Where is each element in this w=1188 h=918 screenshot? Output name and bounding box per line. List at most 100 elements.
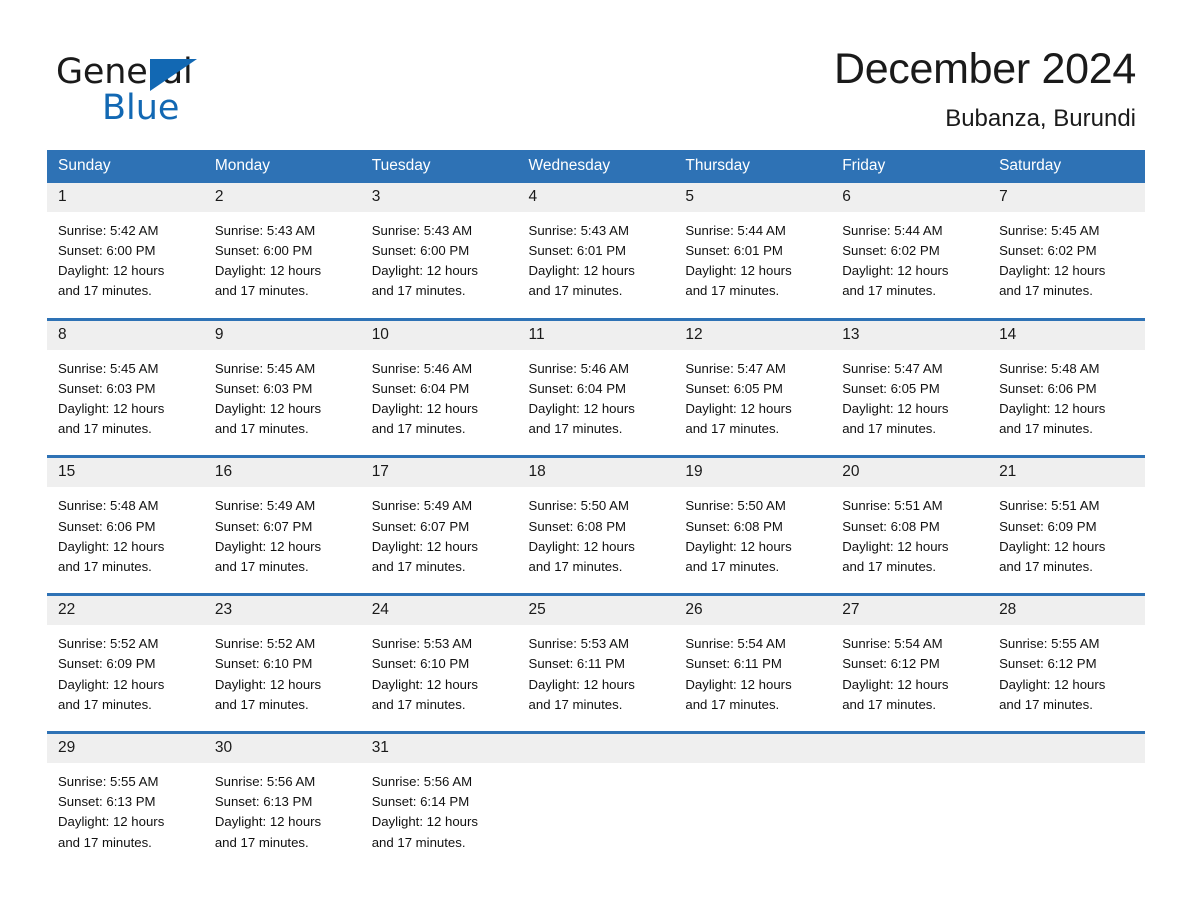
sunset-text: Sunset: 6:06 PM bbox=[999, 380, 1097, 396]
weekday-header-sunday: Sunday bbox=[47, 149, 204, 183]
sunset-text: Sunset: 6:08 PM bbox=[685, 518, 783, 534]
day-number: 23 bbox=[203, 596, 361, 626]
daylight-text-line-1: Daylight: 12 hours bbox=[58, 538, 165, 554]
day-details: Sunrise: 5:42 AM Sunset: 6:00 PM Daylight:… bbox=[47, 212, 204, 318]
sunset-text: Sunset: 6:13 PM bbox=[214, 794, 313, 810]
weekday-header-monday: Monday bbox=[203, 149, 361, 183]
daylight-text-line-1: Daylight: 12 hours bbox=[842, 401, 949, 417]
daylight-text-line-2: and 17 minutes. bbox=[528, 283, 623, 299]
day-cell-5[interactable]: 5 Sunrise: 5:44 AM Sunset: 6:01 PM Daylight… bbox=[674, 182, 832, 320]
day-cell-6[interactable]: 6 Sunrise: 5:44 AM Sunset: 6:02 PM Daylight… bbox=[831, 182, 989, 320]
day-cell-1[interactable]: 1 Sunrise: 5:42 AM Sunset: 6:00 PM Daylight… bbox=[47, 182, 204, 320]
day-cell-15[interactable]: 15 Sunrise: 5:48 AM Sunset: 6:06 PM Dayligh… bbox=[47, 455, 204, 595]
day-number: 9 bbox=[203, 320, 361, 350]
day-cell-18[interactable]: 18 Sunrise: 5:50 AM Sunset: 6:08 PM Dayligh… bbox=[517, 455, 675, 595]
day-cell-9[interactable]: 9 Sunrise: 5:45 AM Sunset: 6:03 PM Daylight… bbox=[203, 317, 361, 457]
day-number: 17 bbox=[360, 458, 518, 488]
day-cell-10[interactable]: 10 Sunrise: 5:46 AM Sunset: 6:04 PM Dayligh… bbox=[360, 317, 518, 457]
day-cell-17[interactable]: 17 Sunrise: 5:49 AM Sunset: 6:07 PM Dayligh… bbox=[360, 455, 518, 595]
day-cell-20[interactable]: 20 Sunrise: 5:51 AM Sunset: 6:08 PM Dayligh… bbox=[831, 455, 989, 595]
day-details: Sunrise: 5:45 AM Sunset: 6:02 PM Daylight:… bbox=[988, 212, 1145, 318]
day-cell-16[interactable]: 16 Sunrise: 5:49 AM Sunset: 6:07 PM Dayligh… bbox=[203, 455, 361, 595]
title-block: December 2024 Bubanza, Burundi bbox=[834, 44, 1136, 133]
day-details: Sunrise: 5:56 AM Sunset: 6:14 PM Daylight:… bbox=[361, 763, 518, 869]
sunset-text: Sunset: 6:09 PM bbox=[58, 656, 156, 672]
daylight-text-line-2: and 17 minutes. bbox=[999, 559, 1093, 575]
sunrise-text: Sunrise: 5:45 AM bbox=[214, 360, 316, 376]
day-details: Sunrise: 5:52 AM Sunset: 6:09 PM Daylight:… bbox=[47, 625, 204, 731]
day-cell-4[interactable]: 4 Sunrise: 5:43 AM Sunset: 6:01 PM Daylight… bbox=[517, 182, 675, 320]
location-subtitle: Bubanza, Burundi bbox=[945, 105, 1136, 133]
day-cell-30[interactable]: 30 Sunrise: 5:56 AM Sunset: 6:13 PM Dayligh… bbox=[203, 731, 361, 869]
day-details: Sunrise: 5:56 AM Sunset: 6:13 PM Daylight:… bbox=[204, 763, 361, 869]
page-header: General Blue December 2024 Bubanza, Buru… bbox=[0, 0, 1188, 133]
sunrise-text: Sunrise: 5:51 AM bbox=[842, 498, 943, 514]
day-cell-31[interactable]: 31 Sunrise: 5:56 AM Sunset: 6:14 PM Dayligh… bbox=[360, 731, 518, 869]
day-cell-24[interactable]: 24 Sunrise: 5:53 AM Sunset: 6:10 PM Dayligh… bbox=[360, 593, 518, 733]
calendar-week-row: 22 Sunrise: 5:52 AM Sunset: 6:09 PM Dayligh… bbox=[47, 593, 1145, 733]
day-number: 6 bbox=[831, 182, 989, 212]
day-details: Sunrise: 5:44 AM Sunset: 6:01 PM Daylight:… bbox=[674, 212, 831, 318]
day-cell-29[interactable]: 29 Sunrise: 5:55 AM Sunset: 6:13 PM Dayligh… bbox=[47, 731, 204, 869]
sunrise-text: Sunrise: 5:45 AM bbox=[999, 222, 1100, 238]
day-cell-25[interactable]: 25 Sunrise: 5:53 AM Sunset: 6:11 PM Dayligh… bbox=[517, 593, 675, 733]
calendar-page: General Blue December 2024 Bubanza, Buru… bbox=[0, 0, 1188, 918]
day-details: Sunrise: 5:49 AM Sunset: 6:07 PM Daylight:… bbox=[204, 487, 361, 593]
sunset-text: Sunset: 6:00 PM bbox=[58, 243, 156, 259]
weekday-header-friday: Friday bbox=[831, 149, 989, 183]
sunset-text: Sunset: 6:00 PM bbox=[214, 243, 313, 259]
sunrise-text: Sunrise: 5:53 AM bbox=[528, 636, 629, 652]
day-cell-23[interactable]: 23 Sunrise: 5:52 AM Sunset: 6:10 PM Dayligh… bbox=[203, 593, 361, 733]
day-cell-3[interactable]: 3 Sunrise: 5:43 AM Sunset: 6:00 PM Daylight… bbox=[360, 182, 518, 320]
sunrise-text: Sunrise: 5:48 AM bbox=[999, 360, 1100, 376]
day-number: 26 bbox=[674, 596, 832, 626]
sunset-text: Sunset: 6:01 PM bbox=[528, 243, 627, 259]
sunrise-text: Sunrise: 5:49 AM bbox=[214, 498, 316, 514]
sunrise-text: Sunrise: 5:55 AM bbox=[999, 636, 1100, 652]
sunrise-text: Sunrise: 5:56 AM bbox=[214, 774, 316, 790]
day-cell-19[interactable]: 19 Sunrise: 5:50 AM Sunset: 6:08 PM Dayligh… bbox=[674, 455, 832, 595]
day-cell-2[interactable]: 2 Sunrise: 5:43 AM Sunset: 6:00 PM Daylight… bbox=[203, 182, 361, 320]
daylight-text-line-2: and 17 minutes. bbox=[371, 696, 466, 712]
day-cell-7[interactable]: 7 Sunrise: 5:45 AM Sunset: 6:02 PM Daylight… bbox=[988, 182, 1145, 320]
sunset-text: Sunset: 6:13 PM bbox=[58, 794, 156, 810]
daylight-text-line-1: Daylight: 12 hours bbox=[842, 538, 949, 554]
daylight-text-line-1: Daylight: 12 hours bbox=[685, 676, 792, 692]
sunset-text: Sunset: 6:03 PM bbox=[58, 380, 156, 396]
day-details: Sunrise: 5:54 AM Sunset: 6:11 PM Daylight:… bbox=[674, 625, 831, 731]
sunset-text: Sunset: 6:11 PM bbox=[685, 656, 782, 672]
day-number: 3 bbox=[360, 182, 518, 212]
day-number: 29 bbox=[47, 734, 204, 764]
day-cell-21[interactable]: 21 Sunrise: 5:51 AM Sunset: 6:09 PM Dayligh… bbox=[988, 455, 1145, 595]
sunrise-text: Sunrise: 5:44 AM bbox=[842, 222, 943, 238]
day-cell-13[interactable]: 13 Sunrise: 5:47 AM Sunset: 6:05 PM Dayligh… bbox=[831, 317, 989, 457]
sunrise-text: Sunrise: 5:50 AM bbox=[685, 498, 786, 514]
day-cell-12[interactable]: 12 Sunrise: 5:47 AM Sunset: 6:05 PM Dayligh… bbox=[674, 317, 832, 457]
sunset-text: Sunset: 6:05 PM bbox=[685, 380, 783, 396]
daylight-text-line-1: Daylight: 12 hours bbox=[842, 676, 949, 692]
daylight-text-line-2: and 17 minutes. bbox=[685, 283, 780, 299]
daylight-text-line-2: and 17 minutes. bbox=[371, 834, 466, 850]
day-cell-26[interactable]: 26 Sunrise: 5:54 AM Sunset: 6:11 PM Dayligh… bbox=[674, 593, 832, 733]
calendar-header-row: Sunday Monday Tuesday Wednesday Thursday Frid… bbox=[47, 149, 1145, 183]
day-cell-14[interactable]: 14 Sunrise: 5:48 AM Sunset: 6:06 PM Dayligh… bbox=[988, 317, 1145, 457]
sunset-text: Sunset: 6:07 PM bbox=[214, 518, 313, 534]
weekday-header-tuesday: Tuesday bbox=[360, 149, 518, 183]
sunrise-text: Sunrise: 5:47 AM bbox=[842, 360, 943, 376]
day-cell-8[interactable]: 8 Sunrise: 5:45 AM Sunset: 6:03 PM Daylight… bbox=[47, 317, 204, 457]
day-number: 10 bbox=[360, 320, 518, 350]
weekday-header-thursday: Thursday bbox=[674, 149, 832, 183]
day-cell-11[interactable]: 11 Sunrise: 5:46 AM Sunset: 6:04 PM Dayligh… bbox=[517, 317, 675, 457]
day-cell-27[interactable]: 27 Sunrise: 5:54 AM Sunset: 6:12 PM Dayligh… bbox=[831, 593, 989, 733]
day-number: 1 bbox=[47, 182, 204, 212]
day-number: 27 bbox=[831, 596, 989, 626]
daylight-text-line-2: and 17 minutes. bbox=[214, 696, 309, 712]
day-cell-28[interactable]: 28 Sunrise: 5:55 AM Sunset: 6:12 PM Dayligh… bbox=[988, 593, 1145, 733]
sunrise-text: Sunrise: 5:52 AM bbox=[58, 636, 159, 652]
day-cell-22[interactable]: 22 Sunrise: 5:52 AM Sunset: 6:09 PM Dayligh… bbox=[47, 593, 204, 733]
day-number: 15 bbox=[47, 458, 204, 488]
day-number: 30 bbox=[203, 734, 361, 764]
day-number: 25 bbox=[517, 596, 675, 626]
daylight-text-line-1: Daylight: 12 hours bbox=[528, 263, 635, 279]
sunset-text: Sunset: 6:10 PM bbox=[214, 656, 313, 672]
